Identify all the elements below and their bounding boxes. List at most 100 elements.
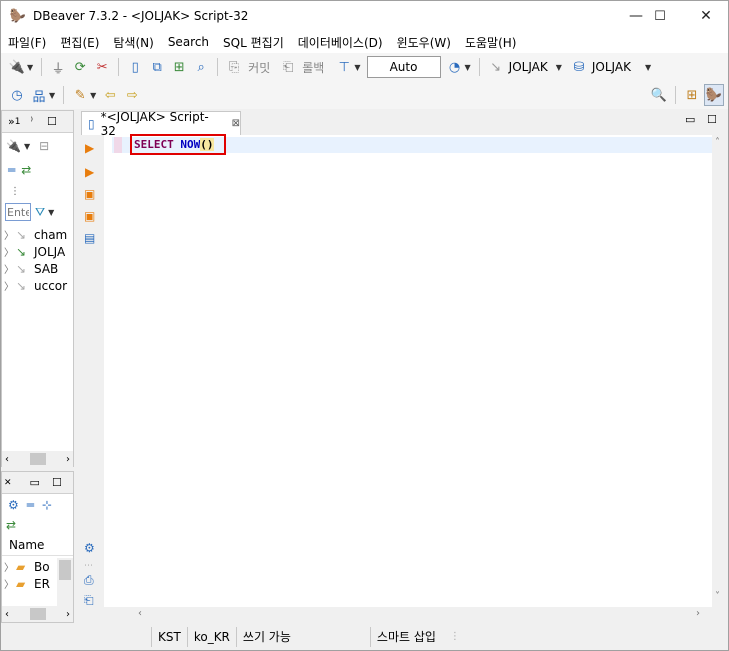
minimize-editor-icon[interactable]: ▭: [685, 113, 695, 126]
menu-edit[interactable]: 편집(E): [53, 34, 106, 51]
collapse-all-icon[interactable]: ═: [8, 163, 15, 177]
expand-chevron-icon[interactable]: 〉: [2, 278, 16, 293]
scroll-up-icon[interactable]: ˄: [715, 137, 720, 148]
close-tab-icon[interactable]: ⊠: [232, 118, 240, 129]
editor-vscroll[interactable]: ˄ ˅: [712, 135, 728, 607]
maximize-editor-icon[interactable]: ☐: [707, 113, 717, 126]
new-connection-icon[interactable]: 🔌: [7, 56, 27, 78]
erd-icon[interactable]: 品: [29, 84, 49, 106]
open-recent-script-icon[interactable]: ⧉: [147, 56, 167, 78]
search-icon[interactable]: 🔍: [649, 84, 669, 106]
new-folder-icon[interactable]: ⊟: [39, 139, 49, 153]
scroll-right-icon[interactable]: ›: [66, 454, 70, 465]
filter-icon[interactable]: ⛛: [35, 205, 45, 220]
execute-new-tab-icon[interactable]: ▶: [85, 165, 94, 179]
projects-column-header[interactable]: Name: [9, 538, 44, 552]
maximize-view-icon[interactable]: ☐: [47, 115, 57, 128]
commit-button-label[interactable]: 커밋: [248, 59, 270, 76]
navigate-forward-icon[interactable]: ⇨: [122, 84, 142, 106]
connect-icon[interactable]: ⏚: [48, 56, 68, 78]
scroll-right-icon[interactable]: ›: [696, 608, 700, 619]
menu-help[interactable]: 도움말(H): [458, 34, 524, 51]
result-panel-icon[interactable]: ⎗: [84, 593, 94, 608]
scroll-left-icon[interactable]: ‹: [138, 608, 142, 619]
menu-sql-editor[interactable]: SQL 편집기: [216, 34, 291, 51]
scroll-thumb[interactable]: [59, 560, 71, 580]
new-script-icon[interactable]: ⊞: [169, 56, 189, 78]
projects-hscroll[interactable]: ‹ ›: [2, 606, 73, 622]
scroll-thumb[interactable]: [29, 608, 46, 620]
link-with-editor-icon[interactable]: ⇄: [21, 163, 31, 177]
rollback-button-label[interactable]: 롤백: [302, 59, 324, 76]
transaction-log-icon[interactable]: ◔: [445, 56, 465, 78]
expand-chevron-icon[interactable]: 〉: [2, 576, 16, 591]
scroll-down-icon[interactable]: ˅: [715, 591, 720, 602]
commit-icon[interactable]: ⎘: [224, 56, 244, 78]
transaction-mode-icon[interactable]: ⊤: [334, 56, 354, 78]
tree-item-connection[interactable]: 〉 ↘ cham: [2, 226, 73, 243]
execute-script-new-tabs-icon[interactable]: ▣: [84, 209, 95, 223]
expand-chevron-icon[interactable]: 〉: [2, 227, 16, 242]
settings-icon[interactable]: ⚙: [84, 541, 95, 555]
transaction-mode-field[interactable]: Auto: [366, 56, 441, 78]
open-perspective-icon[interactable]: ⊞: [682, 84, 702, 106]
active-database-selector[interactable]: JOLJAK: [592, 60, 631, 74]
tools-icon[interactable]: ✎: [70, 84, 90, 106]
collapse-all-icon[interactable]: ═: [27, 498, 34, 512]
tree-item-connection[interactable]: 〉 ↘ SAB: [2, 260, 73, 277]
close-view-icon[interactable]: ✕: [4, 478, 12, 488]
sql-editor[interactable]: SELECT NOW(): [104, 135, 712, 607]
maximize-button[interactable]: ☐: [637, 1, 683, 31]
execute-statement-icon[interactable]: ▶: [85, 141, 94, 155]
view-list-icon[interactable]: »: [8, 115, 15, 128]
explain-plan-icon[interactable]: ▤: [84, 231, 95, 245]
menu-navigate[interactable]: 탐색(N): [106, 34, 160, 51]
sql-editor-icon[interactable]: ▯: [125, 56, 145, 78]
erd-dropdown-icon[interactable]: ▼: [49, 91, 55, 100]
maximize-view-icon[interactable]: ☐: [52, 476, 62, 489]
expand-chevron-icon[interactable]: 〉: [2, 261, 16, 276]
rollback-icon[interactable]: ⎗: [278, 56, 298, 78]
filter-dropdown-icon[interactable]: ▼: [48, 208, 54, 217]
configure-icon[interactable]: ⚙: [8, 498, 19, 512]
reconnect-icon[interactable]: ⟳: [70, 56, 90, 78]
projects-vscroll[interactable]: [57, 558, 73, 606]
execute-script-icon[interactable]: ▣: [84, 187, 95, 201]
expand-chevron-icon[interactable]: 〉: [2, 559, 16, 574]
active-connection-dropdown-icon[interactable]: ▼: [556, 63, 562, 72]
menu-search[interactable]: Search: [161, 35, 216, 49]
scroll-left-icon[interactable]: ‹: [5, 454, 9, 465]
expand-icon[interactable]: ⊹: [42, 498, 52, 512]
dashboard-icon[interactable]: ◷: [7, 84, 27, 106]
editor-hscroll[interactable]: ‹ ›: [104, 607, 728, 623]
link-with-editor-icon[interactable]: ⇄: [6, 518, 16, 532]
find-script-icon[interactable]: ⌕: [191, 56, 211, 78]
new-connection-icon[interactable]: 🔌: [6, 139, 21, 153]
dbeaver-perspective-icon[interactable]: 🦫: [704, 84, 724, 106]
expand-chevron-icon[interactable]: 〉: [2, 244, 16, 259]
transaction-log-dropdown-icon[interactable]: ▼: [465, 63, 471, 72]
navigate-back-icon[interactable]: ⇦: [100, 84, 120, 106]
menu-window[interactable]: 윈도우(W): [390, 34, 458, 51]
navigator-filter-input[interactable]: [5, 203, 31, 221]
tree-item-connection[interactable]: 〉 ↘ JOLJA: [2, 243, 73, 260]
navigator-hscroll[interactable]: ‹ ›: [2, 451, 73, 467]
export-icon[interactable]: ⎙: [84, 573, 94, 588]
menu-file[interactable]: 파일(F): [1, 34, 53, 51]
disconnect-icon[interactable]: ✂: [92, 56, 112, 78]
active-connection-selector[interactable]: JOLJAK: [509, 60, 548, 74]
tree-item-connection[interactable]: 〉 ↘ uccor: [2, 277, 73, 294]
more-options-icon[interactable]: ⋮: [10, 186, 20, 197]
tools-dropdown-icon[interactable]: ▼: [90, 91, 96, 100]
minimize-view-icon[interactable]: ▭: [30, 476, 40, 489]
active-database-dropdown-icon[interactable]: ▼: [645, 63, 651, 72]
transaction-mode-dropdown-icon[interactable]: ▼: [354, 63, 360, 72]
new-connection-dropdown-icon[interactable]: ▼: [27, 63, 33, 72]
view-menu-icon[interactable]: ⁾: [30, 116, 32, 127]
scroll-right-icon[interactable]: ›: [66, 609, 70, 620]
menu-database[interactable]: 데이터베이스(D): [291, 34, 390, 51]
scroll-left-icon[interactable]: ‹: [5, 609, 9, 620]
editor-tab-script-32[interactable]: ▯ *<JOLJAK> Script-32 ⊠: [81, 110, 241, 138]
scroll-thumb[interactable]: [29, 453, 46, 465]
close-button[interactable]: ✕: [683, 1, 729, 31]
